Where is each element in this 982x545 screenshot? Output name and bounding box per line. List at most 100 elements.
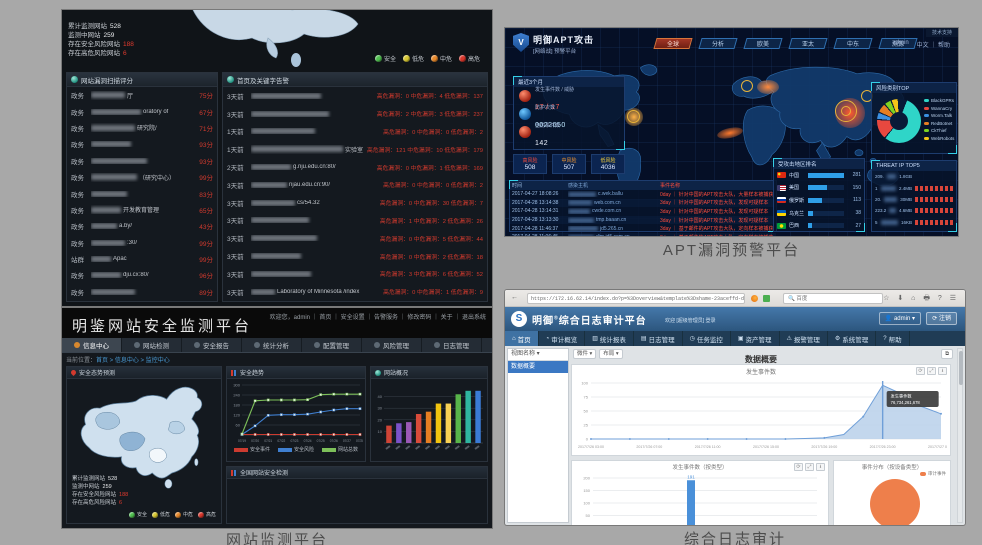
threat-bar xyxy=(915,186,953,191)
tab-icon: ▤ xyxy=(641,335,647,342)
nav-tab[interactable]: 信息中心 xyxy=(62,338,122,352)
search-box[interactable]: 🔍 百度 xyxy=(783,293,883,304)
tab-icon: ▥ xyxy=(592,335,598,342)
nav-tab[interactable]: 配置管理 xyxy=(302,338,362,352)
table-row[interactable]: 政务 厅 75分 xyxy=(67,87,217,103)
back-icon[interactable]: ← xyxy=(511,294,518,301)
collage-canvas: 累计监测网站528 监测中网站259 存在安全风险网站188 存在高危风险网站6… xyxy=(0,0,982,545)
nav-tab[interactable]: 日志管理 xyxy=(422,338,482,352)
view-dropdown[interactable]: 视图名称 ▾ xyxy=(508,349,568,361)
redacted-host xyxy=(568,209,590,214)
panel-icon-buttons[interactable]: ⟳⤢⭳ xyxy=(794,463,825,471)
pie-chart-panel: 事件分布（按设备类型） 审计事件 xyxy=(833,460,951,525)
scrollbar-thumb[interactable] xyxy=(959,351,963,385)
app-title: 明御®综合日志审计平台 xyxy=(532,312,647,327)
svg-text:10: 10 xyxy=(378,429,383,434)
table-row[interactable]: 3天前 高危漏洞：2 中危漏洞：3 低危漏洞：237 xyxy=(223,105,487,123)
sidebar-item-overview[interactable]: 数据概要 xyxy=(508,361,568,373)
title-bar: 明鉴网站安全监测平台 欢迎您，admin ｜ 首页 ｜ 安全设置 ｜ 告警服务 … xyxy=(62,308,492,338)
table-row[interactable]: 政务 研究院/ 71分 xyxy=(67,120,217,136)
table-row[interactable]: 站群 Apac 99分 xyxy=(67,251,217,267)
lang-help[interactable]: 中文 ｜ 帮助 xyxy=(917,40,950,49)
table-row[interactable]: 2017-04-28 13:14:31 cwde.com.cn 3day ｜ 针… xyxy=(510,207,776,216)
app-title: 明御APT攻击 [网络战] 预警平台 xyxy=(533,33,594,55)
table-row[interactable]: 3天前 cs/54.32 高危漏洞：0 中危漏洞：30 低危漏洞：7 xyxy=(223,194,487,212)
scrollbar[interactable] xyxy=(957,348,963,523)
table-row[interactable]: 政务 :30/ 99分 xyxy=(67,235,217,251)
nav-tab[interactable]: ◷任务监控 xyxy=(683,331,731,346)
trend-line-chart: 6012018024030007/1907/2007/2107/2207/230… xyxy=(229,381,363,445)
panel-icon-buttons[interactable]: ⟳⤢⭳ xyxy=(916,367,947,375)
tab-icon: ◔ xyxy=(546,336,550,342)
nav-tab[interactable]: 网站检测 xyxy=(122,338,182,352)
table-row[interactable]: 政务 （研究中心） 99分 xyxy=(67,169,217,185)
nav-tab[interactable]: ⚙系统管理 xyxy=(828,331,876,346)
table-row[interactable]: 3天前 高危漏洞：0 中危漏洞：2 低危漏洞：18 xyxy=(223,247,487,265)
table-row[interactable]: 政务 93分 xyxy=(67,136,217,152)
table-row[interactable]: 3天前 高危漏洞：1 中危漏洞：2 低危漏洞：26 xyxy=(223,212,487,230)
table-row[interactable]: 3天前 njau.edu.cn:90/ 高危漏洞：0 中危漏洞：0 低危漏洞：2 xyxy=(223,176,487,194)
username[interactable]: admin xyxy=(892,40,908,49)
table-row[interactable]: 3天前 高危漏洞：0 中危漏洞：4 低危漏洞：137 xyxy=(223,87,487,105)
table-row[interactable]: 3天前 高危漏洞：0 中危漏洞：5 低危漏洞：44 xyxy=(223,229,487,247)
user-chip[interactable]: 👤 admin ▾ xyxy=(879,312,921,325)
table-row[interactable]: 政务 oratory of 67分 xyxy=(67,103,217,119)
table-row[interactable]: 政务 93分 xyxy=(67,153,217,169)
nav-tab[interactable]: ?帮助 xyxy=(876,331,909,346)
table-row[interactable]: 2017-04-28 13:14:38 web.com.cn 3day ｜ 针对… xyxy=(510,199,776,208)
table-row[interactable]: 3天前 高危漏洞：3 中危漏洞：6 低危漏洞：52 xyxy=(223,265,487,283)
redacted-site xyxy=(91,174,137,180)
nav-tab[interactable]: ▥统计报表 xyxy=(585,331,634,346)
legend-item: 高危 xyxy=(459,54,480,63)
nav-button[interactable]: 亚太 xyxy=(788,38,827,49)
table-row[interactable]: 政务 89分 xyxy=(67,284,217,300)
chrome-right-icons[interactable]: ☆ ⬇ ⌂ 🖶 ? ☰ xyxy=(883,294,959,305)
tab-icon xyxy=(194,342,200,348)
nav-tab[interactable]: 安全报告 xyxy=(182,338,242,352)
tab-icon: ◷ xyxy=(690,335,695,342)
redacted-host xyxy=(568,192,596,197)
table-row[interactable]: 政务 a.by/ 43分 xyxy=(67,218,217,234)
nav-tab[interactable]: ⚠报警管理 xyxy=(780,331,828,346)
nav-tab[interactable]: ▣资产管理 xyxy=(731,331,780,346)
nav-tab[interactable]: ⌂首页 xyxy=(505,331,539,346)
corner-tag[interactable]: 技术支持 xyxy=(926,28,958,37)
page-title: 数据概要 xyxy=(745,355,777,364)
nav-tab[interactable]: 统计分析 xyxy=(242,338,302,352)
user-menu[interactable]: 欢迎您，admin ｜ 首页 ｜ 安全设置 ｜ 告警服务 ｜ 修改密码 ｜ 关于… xyxy=(270,312,486,321)
country-row: 中国 281 xyxy=(774,169,864,182)
expand-icon[interactable]: ⧉ xyxy=(941,349,953,359)
table-row[interactable]: 2017-04-28 13:13:30 tmp.baaan.cn 3day ｜ … xyxy=(510,216,776,225)
table-row[interactable]: 2天前 g.nju.edu.cn:80/ 高危漏洞：0 中危漏洞：1 低危漏洞：… xyxy=(223,158,487,176)
svg-text:07/27: 07/27 xyxy=(343,439,351,443)
chart-icon xyxy=(231,470,237,476)
logout-button[interactable]: ⟳ 注销 xyxy=(926,312,957,325)
redacted-url xyxy=(251,217,309,223)
nav-tab[interactable]: ◔审计概览 xyxy=(539,331,586,346)
caption-web: 网站监测平台 xyxy=(62,529,492,545)
threat-bar xyxy=(915,197,953,202)
nav-button[interactable]: 全球 xyxy=(653,38,692,49)
table-row[interactable]: 2017-04-27 18:08:26 c.wek.ballu 0day ｜ 针… xyxy=(510,190,776,199)
nav-button[interactable]: 分析 xyxy=(698,38,737,49)
table-row[interactable]: 政务 dju.cx:80/ 96分 xyxy=(67,267,217,283)
svg-text:发生事件数: 发生事件数 xyxy=(891,393,913,400)
nav-tab[interactable]: 风险管理 xyxy=(362,338,422,352)
table-row[interactable]: 政务 开发教育管理 65分 xyxy=(67,202,217,218)
table-row[interactable]: 1天前 实验室 高危漏洞：121 中危漏洞：10 低危漏洞：179 xyxy=(223,140,487,158)
table-row[interactable]: 2017-04-28 11:46:37 jd5.265.cn 3day ｜ 基于… xyxy=(510,224,776,233)
nav-button[interactable]: 中东 xyxy=(833,38,872,49)
panel-title: 首页及关键字告警 xyxy=(237,75,289,85)
table-row[interactable]: 政务 83分 xyxy=(67,185,217,201)
url-bar[interactable]: https://172.16.62.14/index.do?p=%3Doverv… xyxy=(527,293,745,304)
risk-box: 高风险508 xyxy=(513,154,547,174)
caption-log: 综合日志审计 xyxy=(505,528,965,545)
attack-ring-china-inner xyxy=(841,106,851,116)
rank-bar xyxy=(808,185,827,190)
table-row[interactable]: 2017-04-28 11:06:45 djm.jd5.com.cn 3day … xyxy=(510,233,776,236)
table-row[interactable]: 3天前 Laboratory of Minnesota /index 高危漏洞：… xyxy=(223,283,487,301)
table-row[interactable]: 1天前 高危漏洞：0 中危漏洞：0 低危漏洞：2 xyxy=(223,123,487,141)
nav-button[interactable]: 欧美 xyxy=(743,38,782,49)
nav-tab[interactable]: ▤日志管理 xyxy=(634,331,683,346)
browser-logo-icon[interactable] xyxy=(751,295,758,302)
